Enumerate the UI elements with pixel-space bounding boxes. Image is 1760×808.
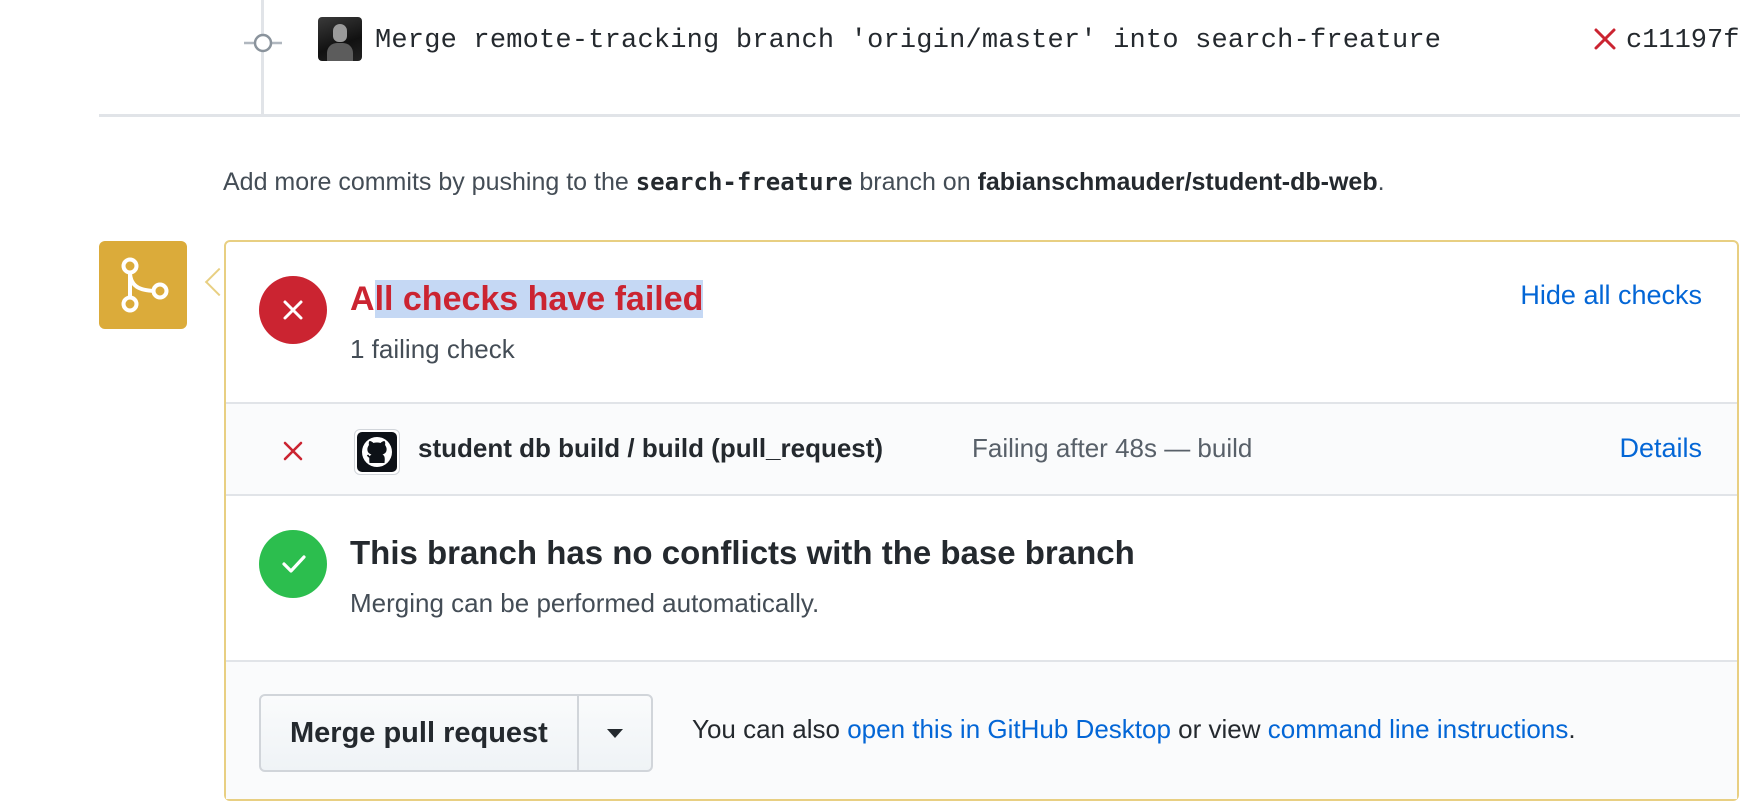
commit-author-avatar[interactable]	[318, 17, 362, 61]
merge-hint: You can also open this in GitHub Desktop…	[692, 714, 1576, 745]
push-hint-middle: branch on	[859, 168, 971, 196]
commit-status-x-icon[interactable]	[1593, 26, 1617, 52]
no-conflicts-status	[259, 530, 327, 598]
check-failed-x-icon	[283, 441, 303, 461]
merge-button-group: Merge pull request	[259, 694, 653, 772]
push-hint-branch: search-freature	[635, 168, 853, 196]
check-details-link[interactable]: Details	[1619, 433, 1702, 464]
caret-down-icon	[606, 729, 623, 738]
x-icon	[283, 300, 303, 320]
github-icon	[354, 429, 400, 475]
merge-action-section: Merge pull request You can also open thi…	[226, 662, 1737, 799]
merge-box: All checks have failed 1 failing check H…	[224, 240, 1739, 801]
checks-title-selected-text: ll checks have failed	[374, 280, 704, 318]
conflicts-section: This branch has no conflicts with the ba…	[226, 496, 1737, 662]
check-row: student db build / build (pull_request) …	[226, 404, 1737, 496]
push-hint-suffix: .	[1377, 168, 1385, 196]
open-in-desktop-link[interactable]: open this in GitHub Desktop	[847, 714, 1171, 744]
push-hint: Add more commits by pushing to the searc…	[223, 168, 1385, 197]
checks-failed-status	[259, 276, 327, 344]
merge-status-badge	[99, 241, 187, 329]
merge-hint-prefix: You can also	[692, 714, 840, 744]
push-hint-prefix: Add more commits by pushing to the	[223, 168, 629, 196]
checks-summary-section: All checks have failed 1 failing check H…	[226, 242, 1737, 404]
commit-message-link[interactable]: Merge remote-tracking branch 'origin/mas…	[375, 26, 1441, 56]
check-description: Failing after 48s — build	[972, 433, 1253, 463]
check-icon	[282, 555, 306, 573]
merge-method-dropdown[interactable]	[576, 696, 651, 770]
git-merge-icon	[121, 257, 169, 313]
merge-hint-middle: or view	[1178, 714, 1261, 744]
commit-node-icon	[244, 33, 282, 53]
merge-hint-suffix: .	[1568, 714, 1576, 744]
hide-all-checks-link[interactable]: Hide all checks	[1520, 280, 1702, 311]
conflicts-title: This branch has no conflicts with the ba…	[350, 534, 1135, 571]
check-name: student db build / build (pull_request)	[418, 433, 884, 463]
checks-title: All checks have failed	[350, 275, 704, 323]
push-hint-repo: fabianschmauder/student-db-web	[977, 168, 1378, 196]
commit-sha-link[interactable]: c11197f	[1626, 26, 1739, 56]
checks-title-lead: A	[350, 280, 375, 318]
merge-pull-request-button[interactable]: Merge pull request	[261, 696, 577, 770]
checks-subtitle: 1 failing check	[350, 334, 515, 364]
command-line-instructions-link[interactable]: command line instructions	[1268, 714, 1569, 744]
timeline-divider	[99, 114, 1740, 117]
conflicts-subtitle: Merging can be performed automatically.	[350, 588, 820, 618]
